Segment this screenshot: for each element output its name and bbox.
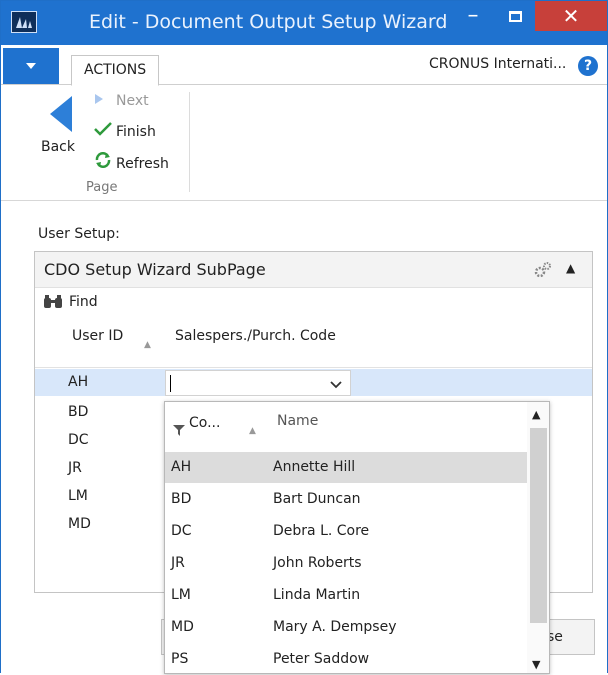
user-id-cell: LM (68, 488, 88, 504)
chevron-down-icon[interactable] (330, 377, 342, 393)
lookup-code: AH (171, 459, 192, 475)
subpage-header: CDO Setup Wizard SubPage ▲ (35, 252, 592, 288)
back-button[interactable]: Back (41, 139, 75, 155)
find-button[interactable]: Find (69, 294, 98, 310)
chevron-up-icon[interactable]: ▲ (532, 408, 540, 421)
back-arrow-icon[interactable] (48, 94, 74, 138)
window: Edit - Document Output Setup Wizard – ✕ … (0, 0, 608, 674)
chevron-up-icon[interactable]: ▲ (566, 261, 575, 275)
user-id-cell: MD (68, 516, 91, 532)
play-icon (94, 93, 116, 109)
lookup-name: Annette Hill (273, 459, 356, 475)
window-title: Edit - Document Output Setup Wizard (89, 11, 448, 33)
app-menu-button[interactable] (3, 48, 59, 84)
chevron-down-icon[interactable]: ▼ (532, 658, 540, 671)
checkmark-icon (94, 122, 116, 140)
user-id-cell: DC (68, 432, 89, 448)
lookup-name: Debra L. Core (273, 523, 370, 539)
lookup-code: LM (171, 587, 191, 603)
title-bar[interactable]: Edit - Document Output Setup Wizard – ✕ (1, 1, 607, 45)
subpage-title: CDO Setup Wizard SubPage (44, 260, 266, 279)
ribbon: Back Next Finish Refresh Page (1, 86, 607, 201)
gear-icon[interactable] (533, 261, 553, 283)
finish-label: Finish (116, 124, 156, 140)
lookup-name: Bart Duncan (273, 491, 361, 507)
lookup-row[interactable]: JR John Roberts (165, 548, 527, 579)
grid-header: User ID ▲ Salespers./Purch. Code (35, 318, 592, 368)
ribbon-tab-bar: ACTIONS CRONUS Internati... ? (1, 45, 607, 86)
close-button[interactable]: ✕ (535, 1, 607, 31)
sort-ascending-icon: ▲ (249, 426, 256, 436)
tab-actions[interactable]: ACTIONS (71, 55, 160, 86)
next-button[interactable]: Next (94, 93, 149, 109)
lookup-name: Linda Martin (273, 587, 361, 603)
ribbon-group-label: Page (86, 180, 118, 195)
refresh-icon (94, 152, 116, 172)
lookup-row[interactable]: BD Bart Duncan (165, 484, 527, 515)
maximize-icon (508, 11, 522, 22)
user-id-cell: AH (68, 374, 89, 390)
lookup-row[interactable]: DC Debra L. Core (165, 516, 527, 547)
filter-icon[interactable] (173, 424, 185, 440)
ribbon-divider (189, 92, 190, 192)
scrollbar-thumb[interactable] (530, 428, 547, 623)
find-bar: Find (35, 288, 592, 318)
finish-button[interactable]: Finish (94, 122, 156, 140)
sort-ascending-icon: ▲ (144, 340, 151, 350)
lookup-row[interactable]: AH Annette Hill (165, 452, 527, 483)
next-label: Next (116, 93, 149, 109)
lookup-name: Peter Saddow (273, 651, 370, 667)
lookup-row[interactable]: LM Linda Martin (165, 580, 527, 611)
lookup-name: Mary A. Dempsey (273, 619, 397, 635)
nav-logo-icon (11, 11, 37, 33)
refresh-label: Refresh (116, 156, 169, 172)
lookup-header: Co... ▲ Name (165, 402, 527, 452)
minimize-button[interactable]: – (455, 3, 491, 33)
user-id-cell: BD (68, 404, 89, 420)
column-header-user-id[interactable]: User ID (72, 328, 123, 344)
lookup-scrollbar[interactable]: ▲ ▼ (527, 402, 549, 673)
lookup-row[interactable]: MD Mary A. Dempsey (165, 612, 527, 643)
help-icon[interactable]: ? (578, 56, 598, 76)
binoculars-icon[interactable] (43, 295, 63, 314)
lookup-code: DC (171, 523, 192, 539)
lookup-name: John Roberts (273, 555, 362, 571)
section-label: User Setup: (38, 226, 120, 242)
company-name[interactable]: CRONUS Internati... (429, 56, 566, 72)
lookup-column-code[interactable]: Co... (189, 415, 220, 431)
triangle-down-icon (26, 63, 36, 69)
maximize-button[interactable] (497, 3, 533, 33)
lookup-code: MD (171, 619, 194, 635)
code-input[interactable] (165, 370, 351, 396)
lookup-code: JR (171, 555, 185, 571)
lookup-code: BD (171, 491, 192, 507)
lookup-column-name[interactable]: Name (277, 413, 318, 429)
table-row[interactable]: AH (35, 369, 592, 396)
text-caret (170, 375, 171, 392)
lookup-row[interactable]: PS Peter Saddow (165, 644, 527, 675)
refresh-button[interactable]: Refresh (94, 152, 169, 172)
user-id-cell: JR (68, 460, 82, 476)
lookup-dropdown: Co... ▲ Name AH Annette Hill BD Bart Dun… (164, 401, 550, 674)
column-header-code[interactable]: Salespers./Purch. Code (175, 328, 336, 344)
lookup-code: PS (171, 651, 189, 667)
